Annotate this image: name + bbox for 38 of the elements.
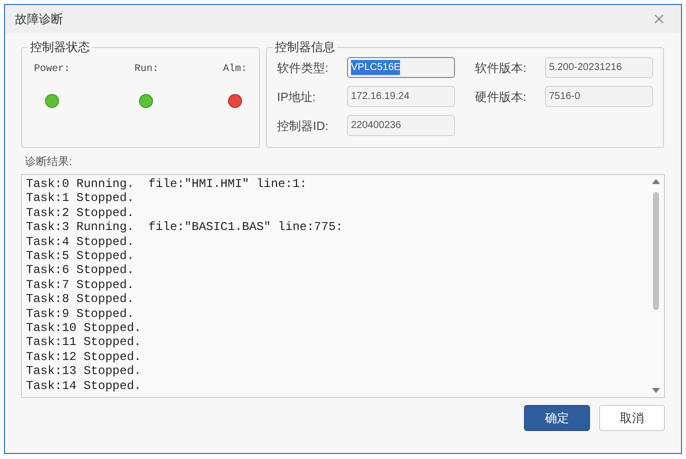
log-line: Task:9 Stopped. (26, 306, 136, 322)
log-line: Task:11 Stopped. (26, 335, 142, 350)
field-label: 软件类型: (277, 60, 330, 76)
field-label: 控制器ID: (277, 118, 330, 134)
cancel-button[interactable]: 取消 (599, 405, 665, 431)
field-label: IP地址: (277, 88, 317, 106)
log-line: Task:14 Stopped. (26, 378, 142, 394)
log-line: Task:12 Stopped. (26, 350, 142, 364)
log-line: Task:13 Stopped. (26, 364, 142, 379)
scrollbar-thumb[interactable] (653, 192, 659, 310)
log-line: Task:8 Stopped. (26, 292, 136, 307)
log-line: Task:5 Stopped. (26, 249, 136, 264)
readonly-field[interactable]: 172.16.19.24 (347, 86, 455, 107)
log-line: Task:1 Stopped. (26, 191, 136, 206)
log-line: Task:6 Stopped. (26, 263, 136, 278)
readonly-field[interactable]: 5.200-20231216 (545, 57, 653, 78)
field-label: 软件版本: (475, 60, 528, 76)
readonly-field[interactable]: VPLC516E (347, 57, 455, 78)
log-line: Task:0 Running. file:"HMI.HMI" line:1: (26, 177, 308, 192)
readonly-field[interactable]: 7516-0 (545, 86, 653, 107)
indicator-label: Run: (134, 63, 158, 77)
readonly-field[interactable]: 220400236 (347, 115, 455, 136)
result-label: 诊断结果: (25, 155, 74, 169)
log-line: Task:10 Stopped. (26, 321, 142, 336)
log-line: Task:3 Running. file:"BASIC1.BAS" line:775: (26, 220, 344, 235)
scroll-down-icon[interactable] (652, 388, 660, 393)
indicator-label: Power: (34, 63, 70, 77)
ok-button[interactable]: 确定 (524, 405, 590, 431)
log-line: Task:7 Stopped. (26, 278, 136, 292)
log-line: Task:4 Stopped. (26, 234, 136, 250)
close-icon[interactable] (654, 14, 664, 24)
indicator-label: Alm: (222, 62, 247, 77)
log-line: Task:2 Stopped. (26, 206, 136, 220)
field-label: 硬件版本: (475, 88, 528, 106)
group-title: 控制器信息 (273, 39, 337, 55)
scroll-up-icon[interactable] (652, 179, 660, 184)
group-title: 控制器状态 (28, 39, 92, 55)
window-title: 故障诊断 (15, 11, 63, 28)
